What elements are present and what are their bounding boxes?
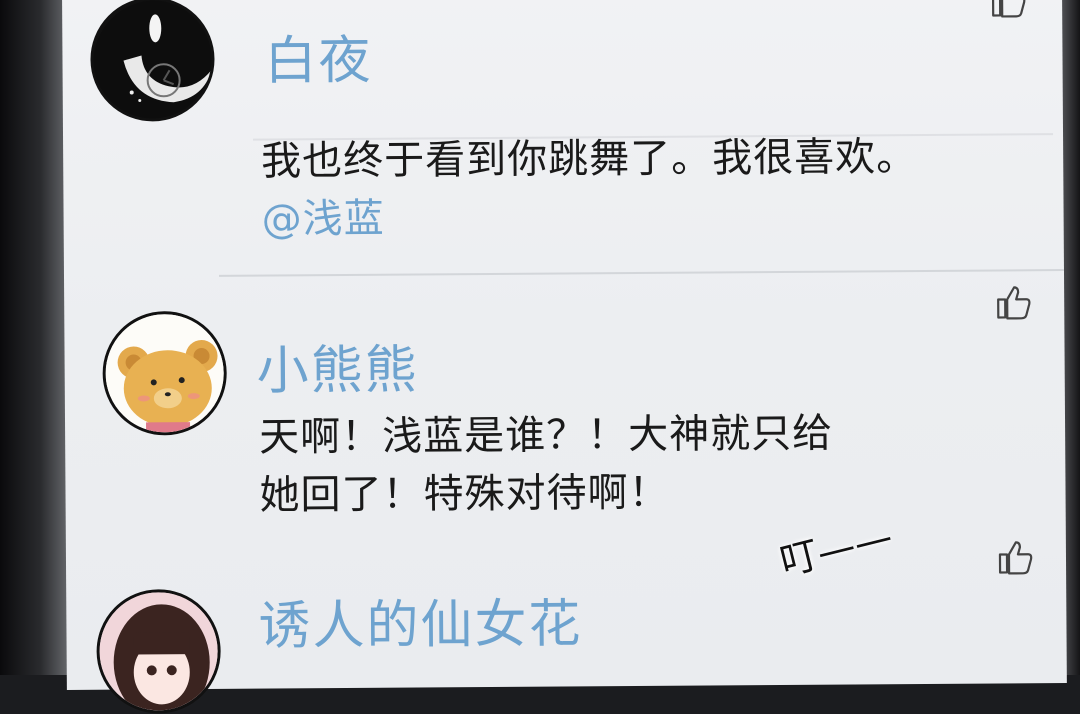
divider <box>218 269 1064 277</box>
username[interactable]: 小熊熊 <box>256 328 419 404</box>
avatar[interactable] <box>96 588 222 714</box>
thumbs-up-icon[interactable] <box>994 536 1036 578</box>
username[interactable]: 诱人的仙女花 <box>258 581 583 658</box>
thumbs-up-icon[interactable] <box>987 0 1029 22</box>
comment-body-line1: 天啊！浅蓝是谁？！大神就只给 <box>258 410 834 461</box>
mention-link[interactable]: @浅蓝 <box>261 196 384 243</box>
moon-clock-icon <box>93 0 215 122</box>
avatar[interactable] <box>102 310 228 436</box>
comment-text: 我也终于看到你跳舞了。我很喜欢。 @浅蓝 <box>261 128 918 249</box>
comment-feed: 白夜 我也终于看到你跳舞了。我很喜欢。 @浅蓝 小熊熊 天啊！浅蓝是谁？！大神就… <box>62 0 1067 714</box>
comment-body: 我也终于看到你跳舞了。我很喜欢。 <box>261 134 918 185</box>
anime-girl-icon <box>99 591 222 714</box>
comment-text: 天啊！浅蓝是谁？！大神就只给 她回了！特殊对待啊！ <box>259 405 834 525</box>
bear-icon <box>105 313 228 436</box>
comment-body-line2: 她回了！特殊对待啊！ <box>259 469 670 519</box>
username[interactable]: 白夜 <box>264 18 373 94</box>
thumbs-up-icon[interactable] <box>992 281 1034 323</box>
avatar[interactable] <box>90 0 215 122</box>
